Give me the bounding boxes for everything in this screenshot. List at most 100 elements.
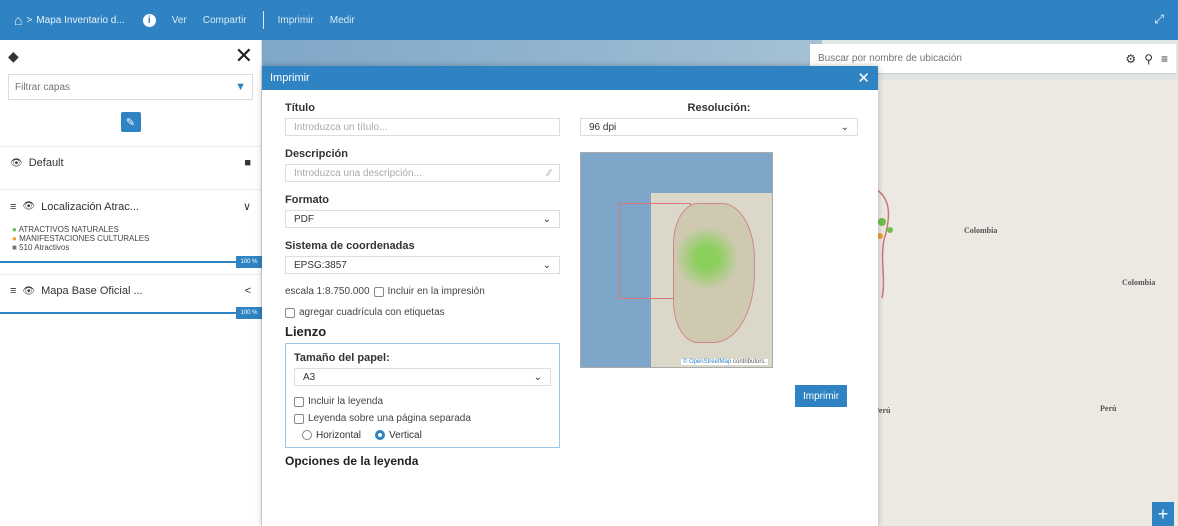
print-dialog: Imprimir ✕ Título Introduzca un título..… (262, 66, 878, 526)
canvas-section-title: Lienzo (285, 324, 327, 339)
grey-square-icon: ■ (12, 243, 17, 252)
separate-legend-label: Leyenda sobre una página separada (308, 413, 471, 424)
legend-options-title: Opciones de la leyenda (285, 454, 419, 468)
layer-localizacion[interactable]: ≡ 👁 Localización Atrac... ∨ (0, 189, 261, 223)
folder-icon: ■ (244, 157, 251, 169)
print-dialog-title: Imprimir (270, 72, 310, 84)
legend-item: ■ 510 Atractivos (12, 243, 70, 252)
close-panel-icon[interactable]: ✕ (235, 45, 253, 67)
horizontal-option[interactable]: Horizontal (302, 430, 361, 441)
chevron-down-icon: ⌄ (542, 213, 551, 225)
chevron-down-icon: ⌄ (542, 259, 551, 271)
layer-legend: ● ATRACTIVOS NATURALES ● MANIFESTACIONES… (0, 223, 261, 256)
vertical-radio[interactable] (375, 430, 386, 441)
layers-panel: ◆ ✕ ▼ ✎ 👁 Default ■ ≡ 👁 Localización Atr… (0, 40, 262, 526)
filter-layers-input[interactable] (15, 81, 215, 93)
add-layer-button[interactable]: ✎ (120, 112, 141, 132)
crs-select[interactable]: EPSG:3857 ⌄ (285, 256, 560, 274)
home-icon[interactable]: ⌂ (14, 12, 22, 28)
title-input[interactable]: Introduzca un título... (285, 118, 560, 136)
separate-legend-checkbox[interactable] (294, 413, 304, 424)
format-select[interactable]: PDF ⌄ (285, 210, 560, 228)
search-icon[interactable]: ⚲ (1144, 52, 1153, 66)
menu-medir[interactable]: Medir (330, 15, 355, 26)
eye-icon[interactable]: 👁 (10, 158, 23, 169)
crs-label: Sistema de coordenadas (285, 240, 415, 252)
location-search-input[interactable] (818, 53, 1126, 64)
opacity-slider[interactable]: 100 % (0, 307, 262, 319)
layer-group-label: Default (28, 157, 64, 169)
opacity-value[interactable]: 100 % (236, 307, 262, 319)
scale-text: escala 1:8.750.000 (285, 286, 370, 297)
chevron-right-icon: > (26, 14, 33, 26)
gear-icon[interactable]: ⚙ (1125, 52, 1136, 66)
drag-handle-icon[interactable]: ≡ (10, 201, 16, 213)
map-ecuador-border (876, 189, 893, 299)
chevron-down-icon[interactable]: ∨ (243, 200, 251, 213)
separate-legend-row: Leyenda sobre una página separada (294, 413, 551, 424)
map-label-peru-2: Perú (1100, 404, 1117, 413)
chevron-left-icon[interactable]: < (245, 285, 251, 297)
green-dot-icon: ● (12, 225, 17, 234)
eye-icon[interactable]: 👁 (22, 201, 35, 212)
print-dialog-header: Imprimir ✕ (262, 66, 878, 90)
print-preview: © OpenStreetMap contributors. (580, 152, 773, 368)
include-legend-checkbox[interactable] (294, 396, 304, 407)
zoom-in-button[interactable]: + (1152, 502, 1174, 526)
resolution-select[interactable]: 96 dpi ⌄ (580, 118, 858, 136)
layers-icon: ◆ (8, 47, 19, 64)
layer-label: Mapa Base Oficial ... (41, 285, 143, 297)
chevron-down-icon: ⌄ (533, 371, 542, 383)
layer-filter: ▼ (8, 74, 253, 100)
opacity-value[interactable]: 100 % (236, 256, 262, 268)
orientation-radio-group: Horizontal Vertical (302, 430, 551, 441)
orange-dot-icon: ● (12, 234, 17, 243)
menu-icon[interactable]: ≡ (1161, 52, 1168, 66)
layer-group-default[interactable]: 👁 Default ■ (0, 146, 261, 179)
print-button[interactable]: Imprimir (795, 385, 848, 407)
grid-row: agregar cuadrícula con etiquetas (285, 307, 560, 318)
format-label: Formato (285, 194, 329, 206)
legend-item: ● ATRACTIVOS NATURALES (12, 225, 119, 234)
layers-panel-header: ◆ ✕ (0, 40, 261, 72)
close-icon[interactable]: ✕ (857, 69, 870, 87)
eye-icon[interactable]: 👁 (22, 286, 35, 297)
horizontal-radio[interactable] (302, 430, 312, 441)
paper-size-label: Tamaño del papel: (294, 352, 390, 364)
include-scale-checkbox[interactable] (373, 286, 384, 297)
osm-link[interactable]: © OpenStreetMap (683, 359, 731, 365)
breadcrumb[interactable]: ⌂ > Mapa Inventario d... (14, 12, 125, 28)
grid-label: agregar cuadrícula con etiquetas (299, 307, 445, 318)
legend-item: ● MANIFESTACIONES CULTURALES (12, 234, 150, 243)
drag-handle-icon[interactable]: ≡ (10, 285, 16, 297)
menu-ver[interactable]: Ver (172, 15, 187, 26)
menu-divider (262, 11, 264, 29)
resize-handle-icon[interactable]: ∕∕ (548, 168, 551, 179)
description-label: Descripción (285, 148, 348, 160)
map-label-colombia-2: Colombia (1122, 278, 1156, 287)
osm-attribution: © OpenStreetMap contributors. (680, 359, 768, 365)
legend-row: Incluir la leyenda (294, 396, 551, 407)
title-label: Título (285, 102, 315, 114)
layer-label: Localización Atrac... (41, 200, 139, 213)
layer-mapa-base[interactable]: ≡ 👁 Mapa Base Oficial ... < (0, 274, 261, 307)
filter-icon[interactable]: ▼ (235, 81, 246, 93)
resolution-label: Resolución: (687, 102, 751, 114)
opacity-slider[interactable]: 100 % (0, 256, 262, 268)
grid-checkbox[interactable] (285, 307, 295, 318)
menu-compartir[interactable]: Compartir (203, 15, 247, 26)
paper-size-select[interactable]: A3 ⌄ (294, 368, 551, 386)
canvas-section: Tamaño del papel: A3 ⌄ Incluir la leyenda… (285, 343, 560, 448)
preview-attractions (677, 213, 737, 303)
info-icon[interactable]: i (142, 13, 156, 27)
vertical-option[interactable]: Vertical (375, 430, 422, 441)
breadcrumb-map-title[interactable]: Mapa Inventario d... (36, 15, 124, 26)
top-toolbar: ⌂ > Mapa Inventario d... i Ver Compartir… (0, 0, 1178, 40)
include-legend-label: Incluir la leyenda (308, 396, 384, 407)
menu-imprimir[interactable]: Imprimir (278, 15, 314, 26)
chevron-down-icon: ⌄ (840, 121, 849, 133)
scale-row: escala 1:8.750.000 Incluir en la impresi… (285, 286, 560, 297)
fullscreen-icon[interactable]: ⤢ (1154, 12, 1164, 27)
description-textarea[interactable]: Introduzca una descripción... ∕∕ (285, 164, 560, 182)
include-scale-label: Incluir en la impresión (387, 286, 485, 297)
